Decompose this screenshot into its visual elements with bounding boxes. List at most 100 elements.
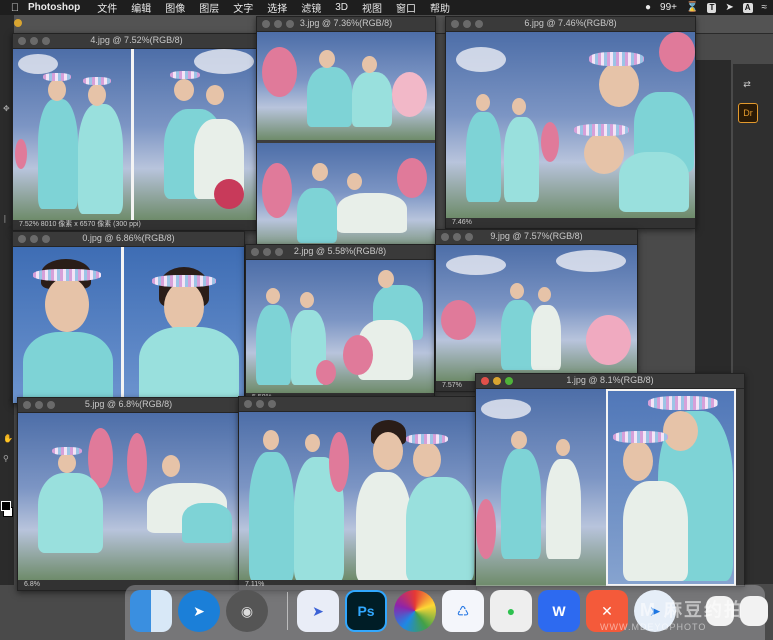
- hand-tool-icon[interactable]: ✋: [3, 435, 13, 443]
- titlebar: 0.jpg @ 6.86%(RGB/8): [13, 232, 244, 247]
- dimension-plugin-button[interactable]: Dr: [738, 103, 758, 123]
- finder-icon[interactable]: [130, 590, 172, 632]
- app-name-menu[interactable]: Photoshop: [28, 2, 80, 13]
- status-icons: ● 99+ ⌛ T ➤ A ≈: [645, 0, 767, 15]
- photo-left: [18, 413, 122, 580]
- photo-left: [476, 389, 606, 586]
- photo-top: [257, 32, 435, 140]
- document-window-0[interactable]: 0.jpg @ 6.86%(RGB/8): [12, 231, 245, 404]
- document-thumbnail-icon[interactable]: [740, 596, 768, 626]
- menu-file[interactable]: 文件: [97, 0, 117, 15]
- photo-canvas[interactable]: [18, 413, 239, 580]
- apple-icon[interactable]: : [6, 2, 24, 14]
- photo-canvas[interactable]: [446, 32, 695, 218]
- menu-layer[interactable]: 图层: [199, 0, 219, 15]
- wechat-count: 99+: [660, 2, 677, 13]
- menu-window[interactable]: 窗口: [396, 0, 416, 15]
- photo-left: [239, 412, 351, 580]
- photo-right: [134, 49, 260, 220]
- safari-icon[interactable]: ➤: [178, 590, 220, 632]
- history-icon[interactable]: ⇄: [738, 75, 756, 93]
- input-method-icon[interactable]: A: [742, 2, 753, 13]
- close-icon[interactable]: [244, 400, 252, 408]
- menu-select[interactable]: 选择: [267, 0, 287, 15]
- network-icon[interactable]: ♺: [442, 590, 484, 632]
- color-wheel-icon[interactable]: [394, 590, 436, 632]
- document-window-6[interactable]: 6.jpg @ 7.46%(RGB/8) 7.46%: [445, 16, 696, 229]
- dock-separator: [287, 592, 288, 630]
- menu-view[interactable]: 视图: [362, 0, 382, 15]
- menu-help[interactable]: 帮助: [430, 0, 450, 15]
- photoshop-icon[interactable]: Ps: [345, 590, 387, 632]
- titlebar: 3.jpg @ 7.36%(RGB/8): [257, 17, 435, 32]
- watermark-url: WWW.MDEYOPHOTO: [600, 622, 707, 632]
- photo-canvas[interactable]: [13, 49, 260, 220]
- photo-left: [13, 49, 131, 220]
- wps-icon[interactable]: W: [538, 590, 580, 632]
- timer-icon[interactable]: ⌛: [686, 2, 698, 13]
- photo-right: [564, 32, 695, 218]
- titlebar: 1.jpg @ 8.1%(RGB/8): [476, 374, 744, 389]
- document-window-7[interactable]: 7.11%: [238, 396, 477, 591]
- document-title: 5.jpg @ 6.8%(RGB/8): [84, 399, 173, 409]
- titlebar: [239, 397, 476, 412]
- photo-left: [446, 32, 564, 218]
- titlebar: 5.jpg @ 6.8%(RGB/8): [18, 398, 239, 413]
- photo-canvas[interactable]: [239, 412, 476, 580]
- photo-right: [122, 413, 239, 580]
- status-bar: 7.52% 8010 像素 x 6570 像素 (300 ppi): [13, 220, 260, 230]
- document-title: 2.jpg @ 5.58%(RGB/8): [293, 246, 387, 256]
- photo-canvas[interactable]: [13, 247, 244, 403]
- photo-canvas[interactable]: [246, 260, 434, 393]
- titlebar: 2.jpg @ 5.58%(RGB/8): [246, 245, 434, 260]
- document-title: 9.jpg @ 7.57%(RGB/8): [490, 231, 583, 241]
- document-title: 1.jpg @ 8.1%(RGB/8): [566, 375, 654, 385]
- document-title: 3.jpg @ 7.36%(RGB/8): [299, 18, 393, 28]
- camera-icon[interactable]: ◉: [226, 590, 268, 632]
- menu-edit[interactable]: 编辑: [131, 0, 151, 15]
- foreground-color-swatch[interactable]: [1, 501, 11, 511]
- minimize-icon[interactable]: [256, 400, 264, 408]
- wifi-icon[interactable]: ≈: [762, 2, 768, 13]
- document-window-1[interactable]: 1.jpg @ 8.1%(RGB/8): [475, 373, 745, 587]
- status-bar: 7.46%: [446, 218, 695, 228]
- titlebar: 9.jpg @ 7.57%(RGB/8): [436, 230, 637, 245]
- photo-canvas[interactable]: [476, 389, 744, 586]
- menu-bar:  Photoshop 文件 编辑 图像 图层 文字 选择 滤镜 3D 视图 窗…: [0, 0, 773, 15]
- photo-canvas[interactable]: [257, 32, 435, 245]
- menu-image[interactable]: 图像: [165, 0, 185, 15]
- photo-right: [124, 247, 244, 403]
- document-title: 0.jpg @ 6.86%(RGB/8): [82, 233, 175, 243]
- minimize-window-icon[interactable]: [14, 19, 22, 27]
- feishu-icon[interactable]: ➤: [297, 590, 339, 632]
- document-title: 6.jpg @ 7.46%(RGB/8): [524, 18, 617, 28]
- photo-canvas[interactable]: [436, 245, 637, 381]
- titlebar: 4.jpg @ 7.52%(RGB/8): [13, 34, 260, 49]
- menu-filter[interactable]: 滤镜: [301, 0, 321, 15]
- document-window-5[interactable]: 5.jpg @ 6.8%(RGB/8) 6.8%: [17, 397, 240, 591]
- photo-right: [351, 412, 476, 580]
- maximize-icon[interactable]: [268, 400, 276, 408]
- move-tool-icon[interactable]: ✥: [3, 105, 11, 113]
- photo-bottom: [257, 143, 435, 245]
- wechat-icon[interactable]: ●: [490, 590, 532, 632]
- document-window-9[interactable]: 9.jpg @ 7.57%(RGB/8) 7.57%: [435, 229, 638, 392]
- document-title: 4.jpg @ 7.52%(RGB/8): [90, 35, 183, 45]
- text-t-icon[interactable]: T: [707, 2, 717, 13]
- bird-icon[interactable]: ➤: [725, 2, 733, 13]
- photo-right: [606, 389, 736, 586]
- titlebar: 6.jpg @ 7.46%(RGB/8): [446, 17, 695, 32]
- photo: [436, 245, 637, 381]
- document-window-3[interactable]: 3.jpg @ 7.36%(RGB/8): [256, 16, 436, 246]
- photo-left: [13, 247, 121, 403]
- photo-right: [338, 260, 434, 393]
- brush-tool-icon[interactable]: ∣: [3, 215, 11, 223]
- menu-type[interactable]: 文字: [233, 0, 253, 15]
- wechat-status-icon[interactable]: ●: [645, 2, 651, 13]
- document-window-4[interactable]: 4.jpg @ 7.52%(RGB/8) 7.52% 8010 像素 x 657…: [12, 33, 261, 231]
- photo-left: [246, 260, 338, 393]
- zoom-tool-icon[interactable]: ⚲: [3, 455, 11, 463]
- watermark-logo: M 麻豆约拍: [640, 600, 744, 620]
- menu-3d[interactable]: 3D: [335, 2, 348, 13]
- document-window-2[interactable]: 2.jpg @ 5.58%(RGB/8) 5.58%: [245, 244, 435, 404]
